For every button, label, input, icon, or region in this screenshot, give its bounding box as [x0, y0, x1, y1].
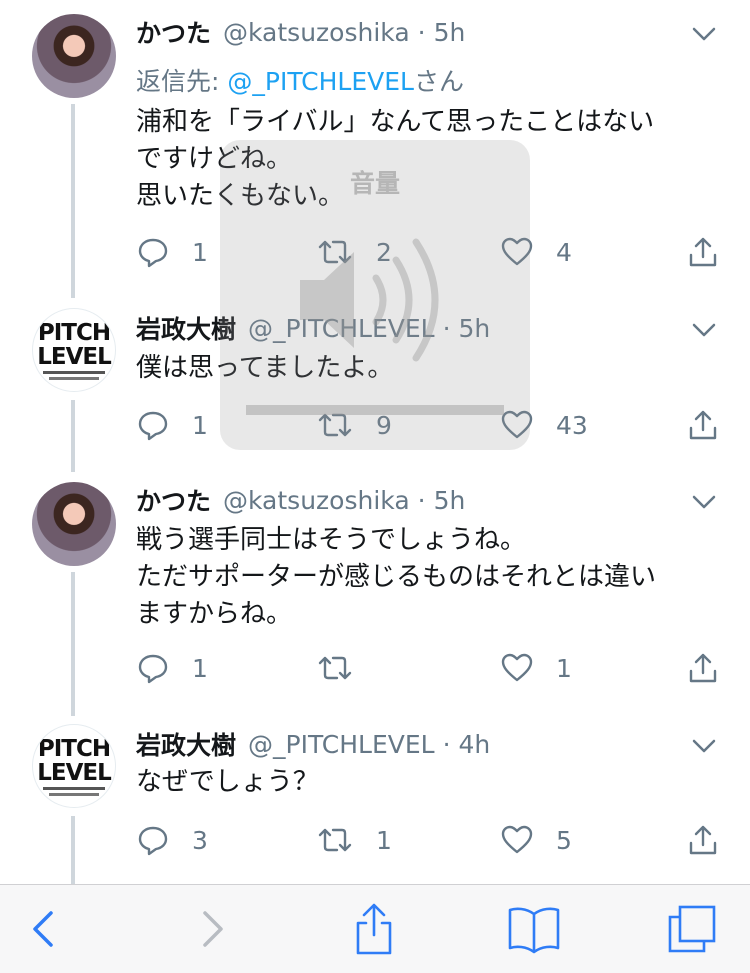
avatar[interactable]: [32, 14, 116, 98]
avatar[interactable]: PITCH LEVEL: [32, 724, 116, 808]
like-count: 4: [556, 237, 572, 267]
avatar-text: PITCH: [37, 319, 111, 346]
reply-button[interactable]: 1: [136, 648, 208, 688]
like-count: 1: [556, 653, 572, 683]
reply-count: 3: [192, 825, 208, 855]
tabs-button[interactable]: [660, 885, 724, 973]
like-button[interactable]: 1: [500, 648, 572, 688]
heart-icon: [501, 825, 533, 854]
tweet-header: 岩政大樹 @_PITCHLEVEL · 4h: [136, 724, 490, 764]
chevron-down-icon[interactable]: [690, 20, 718, 48]
retweet-icon: [318, 828, 352, 852]
user-handle: @katsuzoshika: [223, 17, 410, 47]
share-icon: [356, 903, 392, 955]
tweet-actions: 1 1: [136, 648, 726, 688]
thread-line: [71, 572, 75, 716]
like-count: 5: [556, 825, 572, 855]
reply-icon: [138, 411, 168, 441]
reply-button[interactable]: 3: [136, 820, 208, 860]
like-count: 43: [556, 410, 588, 440]
reply-count: 1: [192, 653, 208, 683]
tweet-actions: 3 1 5: [136, 820, 726, 860]
tweet-line: ただサポーターが感じるものはそれとは違い: [136, 562, 657, 592]
reply-context: 返信先: @_PITCHLEVELさん: [136, 62, 464, 98]
reply-icon: [138, 654, 168, 684]
tweet-line: 浦和を「ライバル」なんて思ったことはない: [136, 107, 655, 137]
back-icon: [33, 911, 53, 947]
user-handle: @_PITCHLEVEL: [248, 729, 435, 759]
share-icon: [689, 237, 717, 267]
reply-icon: [138, 826, 168, 856]
tabs-icon: [668, 905, 716, 953]
user-handle: @katsuzoshika: [223, 485, 410, 515]
separator: ·: [417, 17, 426, 47]
tweet-line: なぜでしょう？: [136, 767, 319, 797]
chevron-down-icon[interactable]: [690, 488, 718, 516]
avatar-text: PITCH: [37, 735, 111, 762]
display-name[interactable]: 岩政大樹: [136, 726, 236, 762]
speaker-icon: [300, 238, 439, 362]
reply-icon: [138, 238, 168, 268]
avatar-text: LEVEL: [37, 759, 112, 786]
avatar-decoration: [49, 792, 99, 796]
reply-button[interactable]: 1: [136, 405, 208, 445]
back-button[interactable]: [14, 885, 74, 973]
tweet-line: ますからね。: [136, 599, 293, 629]
tweet-header: かつた @katsuzoshika · 5h: [136, 12, 465, 52]
display-name[interactable]: かつた: [136, 482, 211, 518]
retweet-button[interactable]: 1: [316, 820, 392, 860]
tweet-header: かつた @katsuzoshika · 5h: [136, 480, 465, 520]
browser-toolbar: [0, 884, 750, 973]
forward-icon: [203, 911, 223, 947]
thread-line: [71, 400, 75, 472]
chevron-down-icon[interactable]: [690, 732, 718, 760]
share-tweet-button[interactable]: [686, 405, 720, 445]
share-icon: [689, 653, 717, 683]
like-button[interactable]: 5: [500, 820, 572, 860]
avatar[interactable]: [32, 482, 116, 566]
bookmarks-button[interactable]: [502, 885, 566, 973]
retweet-icon: [318, 656, 352, 680]
reply-count: 1: [192, 237, 208, 267]
reply-prefix: 返信先:: [136, 67, 228, 96]
tweet-text: 戦う選手同士はそうでしょうね。 ただサポーターが感じるものはそれとは違い ますか…: [136, 522, 716, 633]
heart-icon: [501, 653, 533, 682]
retweet-button[interactable]: [316, 648, 376, 688]
timestamp[interactable]: 4h: [459, 730, 491, 759]
timestamp[interactable]: 5h: [434, 486, 466, 515]
forward-button[interactable]: [182, 885, 242, 973]
bookmarks-icon: [508, 907, 560, 954]
avatar-decoration: [43, 786, 105, 790]
avatar-text: LEVEL: [37, 343, 112, 370]
share-tweet-button[interactable]: [686, 648, 720, 688]
display-name[interactable]: かつた: [136, 14, 211, 50]
thread-line: [71, 104, 75, 298]
reply-suffix: さん: [413, 67, 464, 96]
reply-mention-link[interactable]: @_PITCHLEVEL: [227, 67, 414, 96]
tweet-line: 戦う選手同士はそうでしょうね。: [136, 525, 527, 555]
tweet-text: なぜでしょう？: [136, 764, 716, 801]
retweet-count: 1: [376, 825, 392, 855]
thread-line: [71, 816, 75, 884]
separator: ·: [442, 729, 451, 759]
share-tweet-button[interactable]: [686, 820, 720, 860]
share-icon: [689, 825, 717, 855]
share-button[interactable]: [344, 885, 404, 973]
volume-level-bar: [246, 405, 504, 415]
timestamp[interactable]: 5h: [434, 18, 466, 47]
volume-hud-title: 音量: [349, 169, 400, 198]
avatar-decoration: [43, 370, 105, 374]
reply-count: 1: [192, 410, 208, 440]
separator: ·: [417, 485, 426, 515]
avatar[interactable]: PITCH LEVEL: [32, 308, 116, 392]
volume-hud: 音量: [220, 140, 530, 450]
chevron-down-icon[interactable]: [690, 316, 718, 344]
reply-button[interactable]: 1: [136, 232, 208, 272]
share-tweet-button[interactable]: [686, 232, 720, 272]
avatar-decoration: [49, 376, 99, 380]
share-icon: [689, 410, 717, 440]
